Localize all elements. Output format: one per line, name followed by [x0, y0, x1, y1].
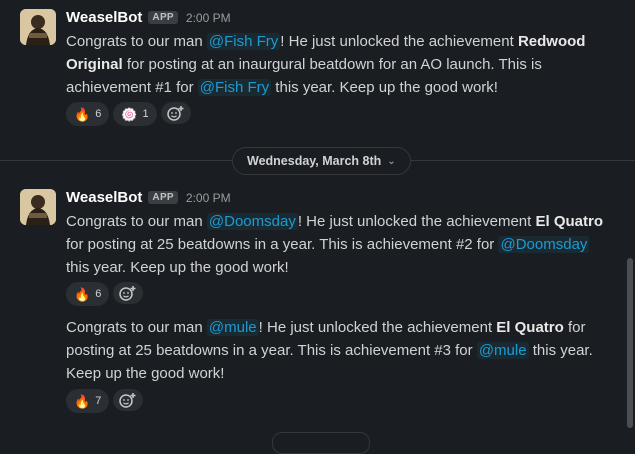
scrollbar-thumb[interactable]	[627, 258, 633, 428]
achievement-name: El Quatro	[535, 213, 603, 230]
add-reaction-button[interactable]	[113, 389, 144, 411]
message-text-segment: Congrats to our man	[66, 33, 207, 50]
reactions: 🔥 6	[66, 282, 144, 306]
message-text-segment: this year. Keep up the good work!	[271, 79, 498, 96]
user-mention[interactable]: @mule	[476, 342, 529, 359]
avatar[interactable]	[20, 9, 56, 45]
message-text-segment: for posting at 25 beatdowns in a year. T…	[66, 236, 499, 253]
author-name[interactable]: WeaselBot	[66, 189, 142, 206]
date-label: Wednesday, March 8th	[247, 154, 382, 168]
user-mention[interactable]: @mule	[206, 319, 259, 336]
reaction-fire[interactable]: 🔥 6	[66, 282, 110, 306]
author-name[interactable]: WeaselBot	[66, 9, 142, 26]
message-text: Congrats to our man @Fish Fry! He just u…	[66, 30, 614, 99]
user-mention[interactable]: @Doomsday	[498, 236, 590, 253]
reaction-count: 7	[95, 395, 102, 407]
add-reaction-icon	[119, 286, 136, 301]
fire-emoji: 🔥	[74, 393, 91, 409]
app-badge: APP	[148, 191, 178, 204]
message-text-segment: Congrats to our man	[66, 213, 207, 230]
jump-to-bottom-pill[interactable]	[272, 432, 370, 454]
user-mention[interactable]: @Doomsday	[206, 213, 298, 230]
date-divider-button[interactable]: Wednesday, March 8th ⌄	[232, 147, 411, 175]
message-text: Congrats to our man @mule! He just unloc…	[66, 316, 614, 385]
message-text-segment: ! He just unlocked the achievement	[297, 213, 536, 230]
reaction-count: 6	[95, 108, 102, 120]
app-badge: APP	[148, 11, 178, 24]
achievement-name: El Quatro	[496, 319, 564, 336]
add-reaction-button[interactable]	[160, 102, 191, 124]
reaction-fish-cake[interactable]: 🍥 1	[113, 102, 157, 126]
avatar[interactable]	[20, 189, 56, 225]
message-3: Congrats to our man @mule! He just unloc…	[0, 316, 635, 426]
reactions: 🔥 6 🍥 1	[66, 102, 191, 126]
message-1: WeaselBot APP 2:00 PM Congrats to our ma…	[0, 0, 635, 140]
message-text-segment: ! He just unlocked the achievement	[258, 319, 497, 336]
user-mention[interactable]: @Fish Fry	[197, 79, 272, 96]
add-reaction-button[interactable]	[113, 282, 144, 304]
add-reaction-icon	[119, 393, 136, 408]
fire-emoji: 🔥	[74, 106, 91, 122]
reactions: 🔥 7	[66, 389, 144, 413]
fish-cake-emoji: 🍥	[121, 106, 138, 122]
reaction-count: 6	[95, 288, 102, 300]
message-text-segment: ! He just unlocked the achievement	[280, 33, 518, 50]
timestamp[interactable]: 2:00 PM	[186, 191, 231, 205]
fire-emoji: 🔥	[74, 286, 91, 302]
add-reaction-icon	[166, 106, 184, 121]
reaction-count: 1	[142, 108, 149, 120]
user-mention[interactable]: @Fish Fry	[206, 33, 281, 50]
reaction-fire[interactable]: 🔥 7	[66, 389, 110, 413]
message-text-segment: Congrats to our man	[66, 319, 207, 336]
reaction-fire[interactable]: 🔥 6	[66, 102, 110, 126]
chevron-down-icon: ⌄	[387, 155, 396, 167]
timestamp[interactable]: 2:00 PM	[186, 11, 231, 25]
message-2: WeaselBot APP 2:00 PM Congrats to our ma…	[0, 180, 635, 310]
message-text: Congrats to our man @Doomsday! He just u…	[66, 210, 614, 279]
message-text-segment: this year. Keep up the good work!	[66, 259, 289, 276]
